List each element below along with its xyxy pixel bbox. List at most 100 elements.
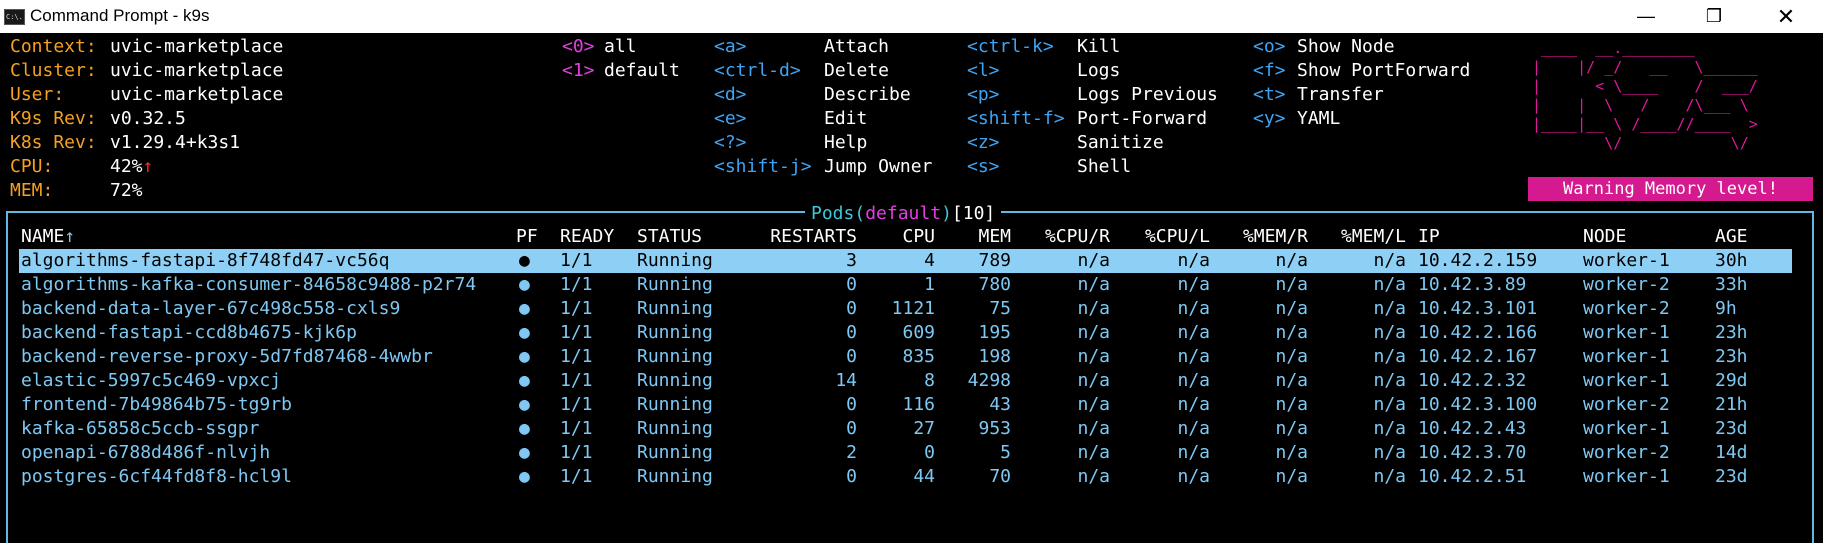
table-row[interactable]: frontend-7b49864b75-tg9rb ● 1/1 Running 0 116… bbox=[19, 393, 1792, 417]
k8s-rev-label: K8s Rev: bbox=[10, 132, 97, 153]
cell-age: 29d bbox=[1715, 370, 1748, 391]
col-mem-r[interactable]: %MEM/R bbox=[1228, 225, 1308, 249]
shortcut-shortcuts_col2-0[interactable]: <ctrl-k> Kill bbox=[967, 35, 1218, 59]
col-age[interactable]: AGE bbox=[1715, 225, 1748, 249]
col-cpu[interactable]: CPU bbox=[870, 225, 935, 249]
shortcut-shortcuts_col2-2[interactable]: <p> Logs Previous bbox=[967, 83, 1218, 107]
shortcut-label: Edit bbox=[824, 108, 868, 129]
shortcut-label: default bbox=[604, 60, 680, 81]
cell-pf: ● bbox=[519, 346, 530, 367]
cmd-icon: C:\. bbox=[4, 9, 25, 25]
close-button[interactable]: ✕ bbox=[1763, 0, 1809, 33]
shortcut-namespaces-1[interactable]: <1> default bbox=[562, 59, 680, 83]
minimize-button[interactable]: — bbox=[1623, 0, 1669, 33]
cell-node: worker-2 bbox=[1583, 442, 1670, 463]
shortcut-shortcuts_col2-3[interactable]: <shift-f> Port-Forward bbox=[967, 107, 1218, 131]
cell-cpu-r: n/a bbox=[1077, 418, 1110, 439]
shortcut-label: Jump Owner bbox=[824, 156, 933, 177]
shortcut-shortcuts_col2-5[interactable]: <s> Shell bbox=[967, 155, 1218, 179]
panel-open-paren: ( bbox=[854, 203, 866, 224]
cell-cpu-r: n/a bbox=[1077, 466, 1110, 487]
title-bar: C:\. Command Prompt - k9s — ❐ ✕ bbox=[0, 0, 1823, 33]
col-name[interactable]: NAME↑ bbox=[21, 225, 75, 249]
cell-mem-r: n/a bbox=[1275, 250, 1308, 271]
shortcut-shortcuts_col1-1[interactable]: <ctrl-d> Delete bbox=[714, 59, 932, 83]
cell-cpu-l: n/a bbox=[1177, 250, 1210, 271]
shortcut-shortcuts_col3-3[interactable]: <y> YAML bbox=[1253, 107, 1470, 131]
cell-mem: 780 bbox=[978, 274, 1011, 295]
cell-cpu: 609 bbox=[902, 322, 935, 343]
cell-cpu-l: n/a bbox=[1177, 274, 1210, 295]
col-mem[interactable]: MEM bbox=[945, 225, 1011, 249]
cell-ready: 1/1 bbox=[560, 370, 593, 391]
shortcut-key: <l> bbox=[967, 60, 1000, 81]
mem-label: MEM: bbox=[10, 180, 54, 201]
table-row[interactable]: openapi-6788d486f-nlvjh ● 1/1 Running 2 0 5 n/a… bbox=[19, 441, 1792, 465]
cell-node: worker-1 bbox=[1583, 466, 1670, 487]
cell-restarts: 0 bbox=[846, 322, 857, 343]
shortcut-shortcuts_col1-4[interactable]: <?> Help bbox=[714, 131, 932, 155]
panel-count: [10] bbox=[951, 203, 996, 224]
cell-restarts: 0 bbox=[846, 466, 857, 487]
terminal[interactable]: Context: uvic-marketplace Cluster: uvic-ma… bbox=[0, 33, 1823, 543]
table-row[interactable]: postgres-6cf44fd8f8-hcl9l ● 1/1 Running 0 44 7… bbox=[19, 465, 1792, 489]
shortcut-label: Transfer bbox=[1297, 84, 1384, 105]
shortcut-shortcuts_col1-2[interactable]: <d> Describe bbox=[714, 83, 932, 107]
cell-name: postgres-6cf44fd8f8-hcl9l bbox=[21, 466, 292, 487]
user-value: uvic-marketplace bbox=[110, 84, 284, 105]
cell-age: 23h bbox=[1715, 322, 1748, 343]
table-row[interactable]: backend-data-layer-67c498c558-cxls9 ● 1/1 R… bbox=[19, 297, 1792, 321]
col-cpu-r[interactable]: %CPU/R bbox=[1030, 225, 1110, 249]
col-pf[interactable]: PF bbox=[516, 225, 538, 249]
window-title: Command Prompt - k9s bbox=[30, 6, 210, 25]
shortcut-key: <f> bbox=[1253, 60, 1286, 81]
table-row[interactable]: backend-fastapi-ccd8b4675-kjk6p ● 1/1 Runni… bbox=[19, 321, 1792, 345]
col-ready[interactable]: READY bbox=[560, 225, 614, 249]
cell-status: Running bbox=[637, 346, 713, 367]
table-row[interactable]: backend-reverse-proxy-5d7fd87468-4wwbr ● 1… bbox=[19, 345, 1792, 369]
cluster-value: uvic-marketplace bbox=[110, 60, 284, 81]
cell-name: algorithms-fastapi-8f748fd47-vc56q bbox=[21, 250, 390, 271]
shortcut-shortcuts_col1-5[interactable]: <shift-j> Jump Owner bbox=[714, 155, 932, 179]
cell-cpu-r: n/a bbox=[1077, 322, 1110, 343]
cell-restarts: 14 bbox=[835, 370, 857, 391]
k9s-logo: ____ __.________ | |/ _/ __ \______ | < … bbox=[1532, 39, 1758, 152]
table-row[interactable]: algorithms-fastapi-8f748fd47-vc56q ● 1/1 Ru… bbox=[19, 249, 1792, 273]
col-status[interactable]: STATUS bbox=[637, 225, 702, 249]
shortcut-shortcuts_col1-0[interactable]: <a> Attach bbox=[714, 35, 932, 59]
col-mem-l[interactable]: %MEM/L bbox=[1326, 225, 1406, 249]
cell-ip: 10.42.2.167 bbox=[1418, 346, 1538, 367]
shortcut-shortcuts_col3-1[interactable]: <f> Show PortForward bbox=[1253, 59, 1470, 83]
shortcut-shortcuts_col1-3[interactable]: <e> Edit bbox=[714, 107, 932, 131]
shortcut-label: Logs bbox=[1077, 60, 1121, 81]
table-row[interactable]: algorithms-kafka-consumer-84658c9488-p2r… bbox=[19, 273, 1792, 297]
cell-mem-r: n/a bbox=[1275, 442, 1308, 463]
cell-age: 9h bbox=[1715, 298, 1737, 319]
shortcut-shortcuts_col2-4[interactable]: <z> Sanitize bbox=[967, 131, 1218, 155]
cell-cpu-r: n/a bbox=[1077, 370, 1110, 391]
maximize-button[interactable]: ❐ bbox=[1691, 0, 1737, 33]
shortcut-shortcuts_col2-1[interactable]: <l> Logs bbox=[967, 59, 1218, 83]
cell-ip: 10.42.3.70 bbox=[1418, 442, 1527, 463]
shortcut-namespaces-0[interactable]: <0> all bbox=[562, 35, 680, 59]
col-restarts[interactable]: RESTARTS bbox=[752, 225, 857, 249]
shortcut-key: <0> bbox=[562, 36, 595, 57]
table-row[interactable]: elastic-5997c5c469-vpxcj ● 1/1 Running 14 8 42… bbox=[19, 369, 1792, 393]
col-cpu-l[interactable]: %CPU/L bbox=[1130, 225, 1210, 249]
shortcut-key: <ctrl-d> bbox=[714, 60, 801, 81]
shortcut-key: <s> bbox=[967, 156, 1000, 177]
shortcut-label: Port-Forward bbox=[1077, 108, 1208, 129]
cell-cpu-l: n/a bbox=[1177, 322, 1210, 343]
shortcut-shortcuts_col3-0[interactable]: <o> Show Node bbox=[1253, 35, 1470, 59]
cell-node: worker-2 bbox=[1583, 298, 1670, 319]
cell-mem-l: n/a bbox=[1373, 442, 1406, 463]
cell-mem-r: n/a bbox=[1275, 322, 1308, 343]
cell-mem-l: n/a bbox=[1373, 298, 1406, 319]
shortcut-label: Sanitize bbox=[1077, 132, 1164, 153]
col-ip[interactable]: IP bbox=[1418, 225, 1440, 249]
shortcut-shortcuts_col3-2[interactable]: <t> Transfer bbox=[1253, 83, 1470, 107]
col-node[interactable]: NODE bbox=[1583, 225, 1626, 249]
shortcut-label: YAML bbox=[1297, 108, 1341, 129]
cell-restarts: 0 bbox=[846, 298, 857, 319]
table-row[interactable]: kafka-65858c5ccb-ssgpr ● 1/1 Running 0 27 953 n… bbox=[19, 417, 1792, 441]
